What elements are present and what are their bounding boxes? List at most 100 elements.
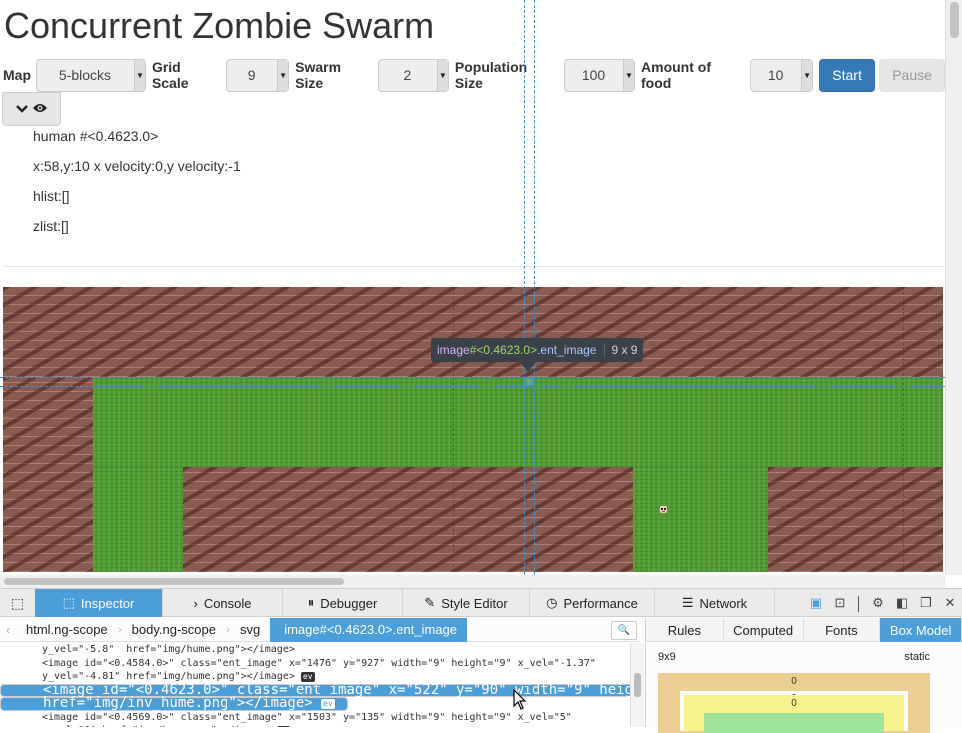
map-label: Map — [3, 67, 31, 83]
grid-scale-value: 9 — [247, 67, 256, 83]
page-vertical-scrollbar[interactable] — [945, 0, 962, 575]
element-picker-icon[interactable]: ⬚ — [0, 589, 35, 617]
box-model-content — [704, 713, 884, 733]
grid-scale-select[interactable]: 9 ▼ — [226, 58, 290, 92]
breadcrumb-label: svg — [239, 622, 261, 637]
wall-block — [3, 287, 943, 377]
page-horizontal-scrollbar[interactable] — [0, 575, 945, 588]
tab-style-editor[interactable]: ✎ Style Editor — [403, 589, 530, 617]
markup-scrollbar[interactable] — [630, 643, 644, 727]
entity-info-panel: human #<0.4623.0> x:58,y:10 x velocity:0… — [33, 128, 241, 248]
tab-console[interactable]: › Console — [163, 589, 283, 617]
wall-block — [768, 467, 943, 572]
breadcrumb-item[interactable]: body.ng-scope › — [118, 618, 230, 642]
tab-rules[interactable]: Rules — [646, 618, 724, 642]
grass-area — [93, 377, 943, 467]
inspector-icon: ⬚ — [62, 595, 75, 610]
markup-line-text: <image id="<0.4584.0>" class="ent_image"… — [42, 657, 602, 669]
event-badge[interactable]: ev — [300, 672, 315, 682]
wall-block — [3, 377, 93, 572]
tab-performance[interactable]: ◷ Performance — [530, 589, 655, 617]
screenshot-icon[interactable]: ⊡ — [828, 589, 852, 617]
tab-computed[interactable]: Computed — [724, 618, 804, 642]
entity-hlist: hlist:[] — [33, 188, 70, 204]
entity-zlist: zlist:[] — [33, 218, 69, 234]
debugger-icon: ⏸ — [307, 595, 315, 610]
swarm-size-select[interactable]: 2 ▼ — [377, 58, 449, 92]
padding-top-value[interactable]: 0 — [684, 698, 904, 709]
event-badge[interactable]: ev — [276, 726, 291, 727]
eye-icon — [32, 102, 48, 117]
tab-label: Inspector — [80, 595, 135, 611]
event-badge[interactable]: ev — [321, 698, 335, 709]
gear-icon[interactable]: ⚙ — [866, 589, 890, 617]
chevron-down-icon: ▼ — [801, 59, 813, 91]
box-model-panel: 9x9 static 0 0 0 — [645, 643, 962, 733]
page-title: Concurrent Zombie Swarm — [4, 5, 435, 46]
breadcrumb-label: html.ng-scope — [26, 622, 108, 637]
grid-line — [903, 287, 904, 572]
tab-debugger[interactable]: ⏸ Debugger — [283, 589, 403, 617]
food-value: 10 — [767, 67, 784, 83]
margin-top-value[interactable]: 0 — [658, 676, 930, 687]
network-icon: ☰ — [681, 595, 694, 610]
infobar-arrow — [520, 362, 536, 372]
wall-block — [183, 467, 633, 572]
start-button[interactable]: Start — [819, 58, 876, 92]
grid-scale-label: Grid Scale — [151, 59, 189, 91]
markup-line[interactable]: y_vel="-5.8" href="img/hume.png"></image… — [0, 643, 630, 657]
markup-view[interactable]: y_vel="-5.8" href="img/hume.png"></image… — [0, 643, 630, 727]
divider: │ — [854, 595, 864, 611]
markup-line[interactable]: <image id="<0.4569.0>" class="ent_image"… — [0, 711, 630, 725]
population-size-label: Population Size — [454, 59, 528, 91]
undock-icon[interactable]: ❐ — [914, 589, 938, 617]
markup-line[interactable]: <image id="<0.4584.0>" class="ent_image"… — [0, 657, 630, 671]
entity-position: x:58,y:10 x velocity:0,y velocity:-1 — [33, 158, 241, 174]
split-console-icon[interactable]: ▣ — [804, 589, 828, 617]
swarm-size-value: 2 — [403, 67, 412, 83]
highlighter-guide — [524, 0, 525, 575]
human-sprite[interactable] — [659, 501, 668, 513]
tab-label: Network — [699, 595, 748, 611]
scrollbar-thumb[interactable] — [950, 2, 959, 38]
box-model-border: 0 0 — [680, 691, 908, 733]
population-size-select[interactable]: 100 ▼ — [564, 58, 636, 92]
tab-label: Console — [203, 595, 252, 611]
food-label: Amount of food — [641, 59, 711, 91]
tab-fonts[interactable]: Fonts — [804, 618, 881, 642]
tab-inspector[interactable]: ⬚ Inspector — [35, 589, 163, 617]
divider — [3, 266, 943, 267]
scrollbar-thumb[interactable] — [4, 578, 344, 585]
chevron-down-icon — [15, 102, 28, 117]
pause-button[interactable]: Pause — [879, 58, 945, 92]
population-size-value: 100 — [581, 67, 606, 83]
chevron-down-icon: ▼ — [133, 59, 145, 91]
chevron-down-icon: ▼ — [623, 59, 635, 91]
controls-bar: Map 5-blocks ▼ Grid Scale 9 ▼ Swarm Size… — [3, 58, 945, 92]
tab-network[interactable]: ☰ Network — [655, 589, 775, 617]
close-icon[interactable]: ✕ — [938, 589, 962, 617]
human-sprite-selected[interactable] — [525, 377, 534, 386]
tab-box-model[interactable]: Box Model — [880, 618, 962, 642]
highlighter-guide — [534, 0, 535, 575]
breadcrumb-item[interactable]: svg› — [226, 618, 274, 642]
info-toggle-button[interactable] — [2, 92, 61, 126]
devtools-toolbar-actions: ▣ ⊡ │ ⚙ ◧ ❐ ✕ — [804, 589, 962, 617]
chevron-down-icon: ▼ — [277, 59, 289, 91]
devtools-toolbar: ⬚ ⬚ Inspector › Console ⏸ Debugger ✎ Style E… — [0, 589, 962, 617]
dock-side-icon[interactable]: ◧ — [890, 589, 914, 617]
search-icon[interactable]: 🔍 — [611, 621, 637, 640]
scrollbar-thumb[interactable] — [634, 673, 641, 697]
breadcrumb-item[interactable]: html.ng-scope › — [0, 618, 122, 642]
performance-icon: ◷ — [546, 595, 558, 610]
map-select[interactable]: 5-blocks ▼ — [36, 58, 146, 92]
markup-line-text: y_vel="-4.81" href="img/hume.png"></imag… — [42, 671, 301, 682]
box-model-margin: 0 0 0 — [658, 673, 930, 733]
food-select[interactable]: 10 ▼ — [750, 58, 814, 92]
markup-line-selected[interactable]: href="img/inv_hume.png"></image> ev — [0, 696, 348, 711]
breadcrumb-item-selected[interactable]: image#<0.4623.0>.ent_image — [270, 617, 467, 642]
simulation-map[interactable] — [3, 287, 943, 572]
sidebar-tabs: Rules Computed Fonts Box Model — [645, 618, 962, 642]
grass-area — [633, 467, 768, 572]
highlighter-guide — [0, 386, 945, 387]
